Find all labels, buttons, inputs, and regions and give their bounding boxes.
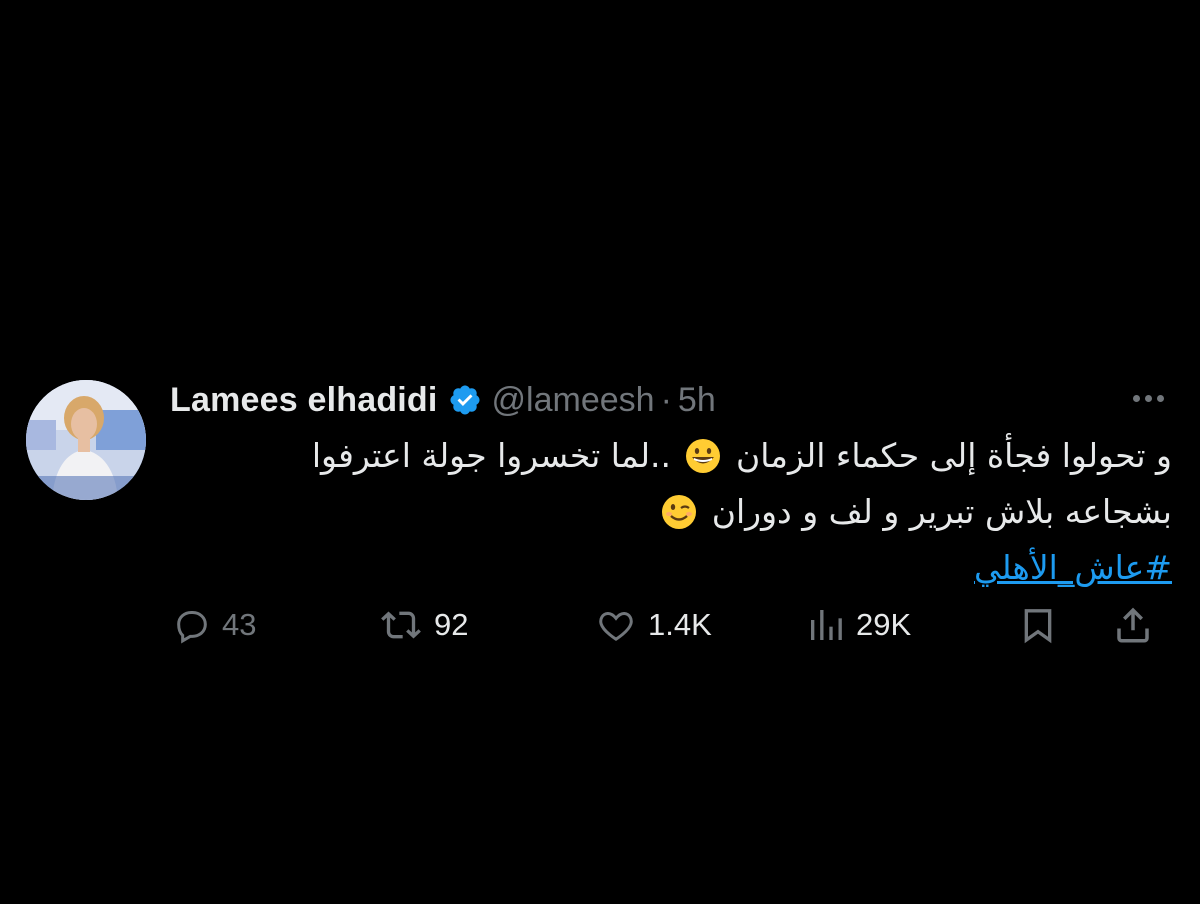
- bookmark-button[interactable]: [1018, 600, 1058, 650]
- author-handle[interactable]: @lameesh: [492, 381, 655, 420]
- retweet-count: 92: [434, 607, 469, 642]
- tweet-text-line-1: و تحولوا فجأة إلى حكماء الزمان ..لما تخس…: [172, 428, 1172, 484]
- grinning-face-emoji: [685, 435, 721, 473]
- bar-chart-icon: [806, 605, 846, 645]
- more-dots-icon[interactable]: [1126, 384, 1170, 412]
- heart-icon: [594, 605, 638, 645]
- tweet-timestamp[interactable]: 5h: [678, 381, 716, 420]
- like-button[interactable]: 1.4K: [594, 600, 712, 650]
- tweet-header: Lamees elhadidi @lameesh · 5h: [170, 378, 716, 422]
- views-button[interactable]: 29K: [806, 600, 911, 650]
- author-name[interactable]: Lamees elhadidi: [170, 381, 438, 420]
- share-upload-icon: [1112, 603, 1154, 647]
- hashtag-link[interactable]: #عاش_الأهلي: [974, 548, 1172, 587]
- tweet-text-line-3: #عاش_الأهلي: [172, 540, 1172, 596]
- separator-dot: ·: [660, 380, 672, 419]
- tweet-text-line-2: بشجاعه بلاش تبرير و لف و دوران: [172, 484, 1172, 540]
- tweet-text-segment-1: و تحولوا فجأة إلى حكماء الزمان: [735, 436, 1172, 475]
- share-button[interactable]: [1112, 600, 1154, 650]
- tweet-actions-bar: 43 92 1.4K 29K: [170, 600, 1170, 650]
- tweet-text-segment-3: بشجاعه بلاش تبرير و لف و دوران: [711, 492, 1172, 531]
- tweet-text: و تحولوا فجأة إلى حكماء الزمان ..لما تخس…: [172, 428, 1172, 596]
- tweet-text-segment-2: ..لما تخسروا جولة اعترفوا: [311, 436, 671, 475]
- tweet[interactable]: Lamees elhadidi @lameesh · 5h و تحولوا ف…: [0, 372, 1200, 662]
- like-count: 1.4K: [648, 607, 712, 642]
- reply-bubble-icon: [172, 605, 212, 645]
- reply-button[interactable]: 43: [172, 600, 256, 650]
- avatar[interactable]: [26, 380, 146, 500]
- reply-count: 43: [222, 607, 257, 642]
- verified-badge-icon[interactable]: [448, 383, 482, 417]
- winking-face-emoji: [661, 491, 697, 529]
- bookmark-icon: [1018, 603, 1058, 647]
- retweet-button[interactable]: 92: [378, 600, 468, 650]
- views-count: 29K: [856, 607, 912, 642]
- retweet-arrows-icon: [378, 605, 424, 645]
